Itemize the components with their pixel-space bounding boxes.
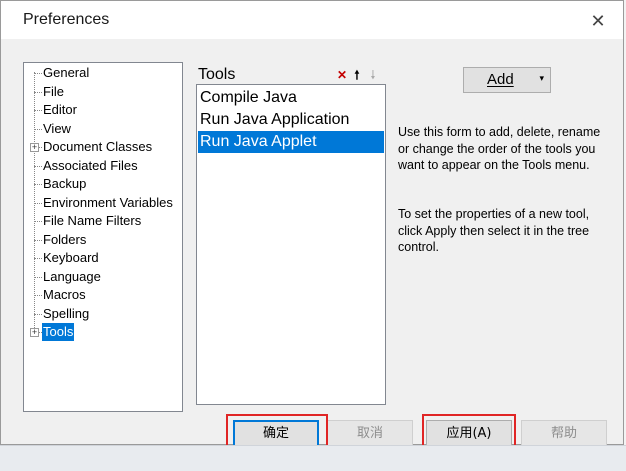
tree-item-label: Folders xyxy=(43,231,87,247)
tree-item-label: General xyxy=(43,65,90,80)
cancel-button[interactable]: 取消 xyxy=(327,420,413,447)
add-button[interactable]: Add ▾ xyxy=(463,67,551,93)
list-item-run-java-applet[interactable]: Run Java Applet xyxy=(198,131,384,153)
tree-item-label: Editor xyxy=(43,102,77,117)
preferences-dialog: Preferences ✕ General File Editor View +… xyxy=(0,0,624,453)
tree-item-label: Associated Files xyxy=(43,157,138,173)
tree-item-label: Spelling xyxy=(43,305,90,321)
tools-list[interactable]: Compile Java Run Java Application Run Ja… xyxy=(196,84,386,405)
list-item-compile-java[interactable]: Compile Java xyxy=(198,87,384,109)
tools-header-label: Tools xyxy=(198,66,236,83)
expand-plus-icon[interactable]: + xyxy=(30,328,39,337)
apply-button[interactable]: 应用(A) xyxy=(426,420,512,447)
help-text-paragraph-1: Use this form to add, delete, rename or … xyxy=(398,125,601,172)
tree-item-label: Keyboard xyxy=(43,250,99,265)
tree-item-label: File xyxy=(43,83,64,99)
ok-button[interactable]: 确定 xyxy=(233,420,319,447)
background-strip xyxy=(0,445,626,471)
delete-tool-icon[interactable]: ✕ xyxy=(336,67,348,83)
move-down-arrow-icon[interactable]: 🠗 xyxy=(367,67,379,83)
tree-item-label: Backup xyxy=(43,176,87,191)
help-button[interactable]: 帮助 xyxy=(521,420,607,447)
add-button-label: Add xyxy=(487,71,514,88)
help-text-paragraph-2: To set the properties of a new tool, cli… xyxy=(398,207,590,254)
tools-list-header: Tools ✕ 🠕 🠗 xyxy=(196,66,386,84)
tree-item-label: View xyxy=(43,120,71,136)
preferences-tree[interactable]: General File Editor View + Document Class… xyxy=(23,62,183,412)
list-item-run-java-application[interactable]: Run Java Application xyxy=(198,109,384,131)
expand-plus-icon[interactable]: + xyxy=(30,143,39,152)
tree-item-label: File Name Filters xyxy=(43,213,142,228)
tree-item-label: Language xyxy=(43,268,101,284)
tree-item-label: Tools xyxy=(42,323,75,341)
dropdown-caret-icon[interactable]: ▾ xyxy=(539,73,544,84)
tree-item-label: Document Classes xyxy=(43,139,153,154)
dialog-title: Preferences xyxy=(23,11,110,28)
close-icon[interactable]: ✕ xyxy=(587,10,609,32)
tree-item-label: Macros xyxy=(43,287,86,302)
move-up-arrow-icon[interactable]: 🠕 xyxy=(351,67,363,83)
tree-item-label: Environment Variables xyxy=(43,194,173,210)
title-bar: Preferences ✕ xyxy=(1,1,623,39)
